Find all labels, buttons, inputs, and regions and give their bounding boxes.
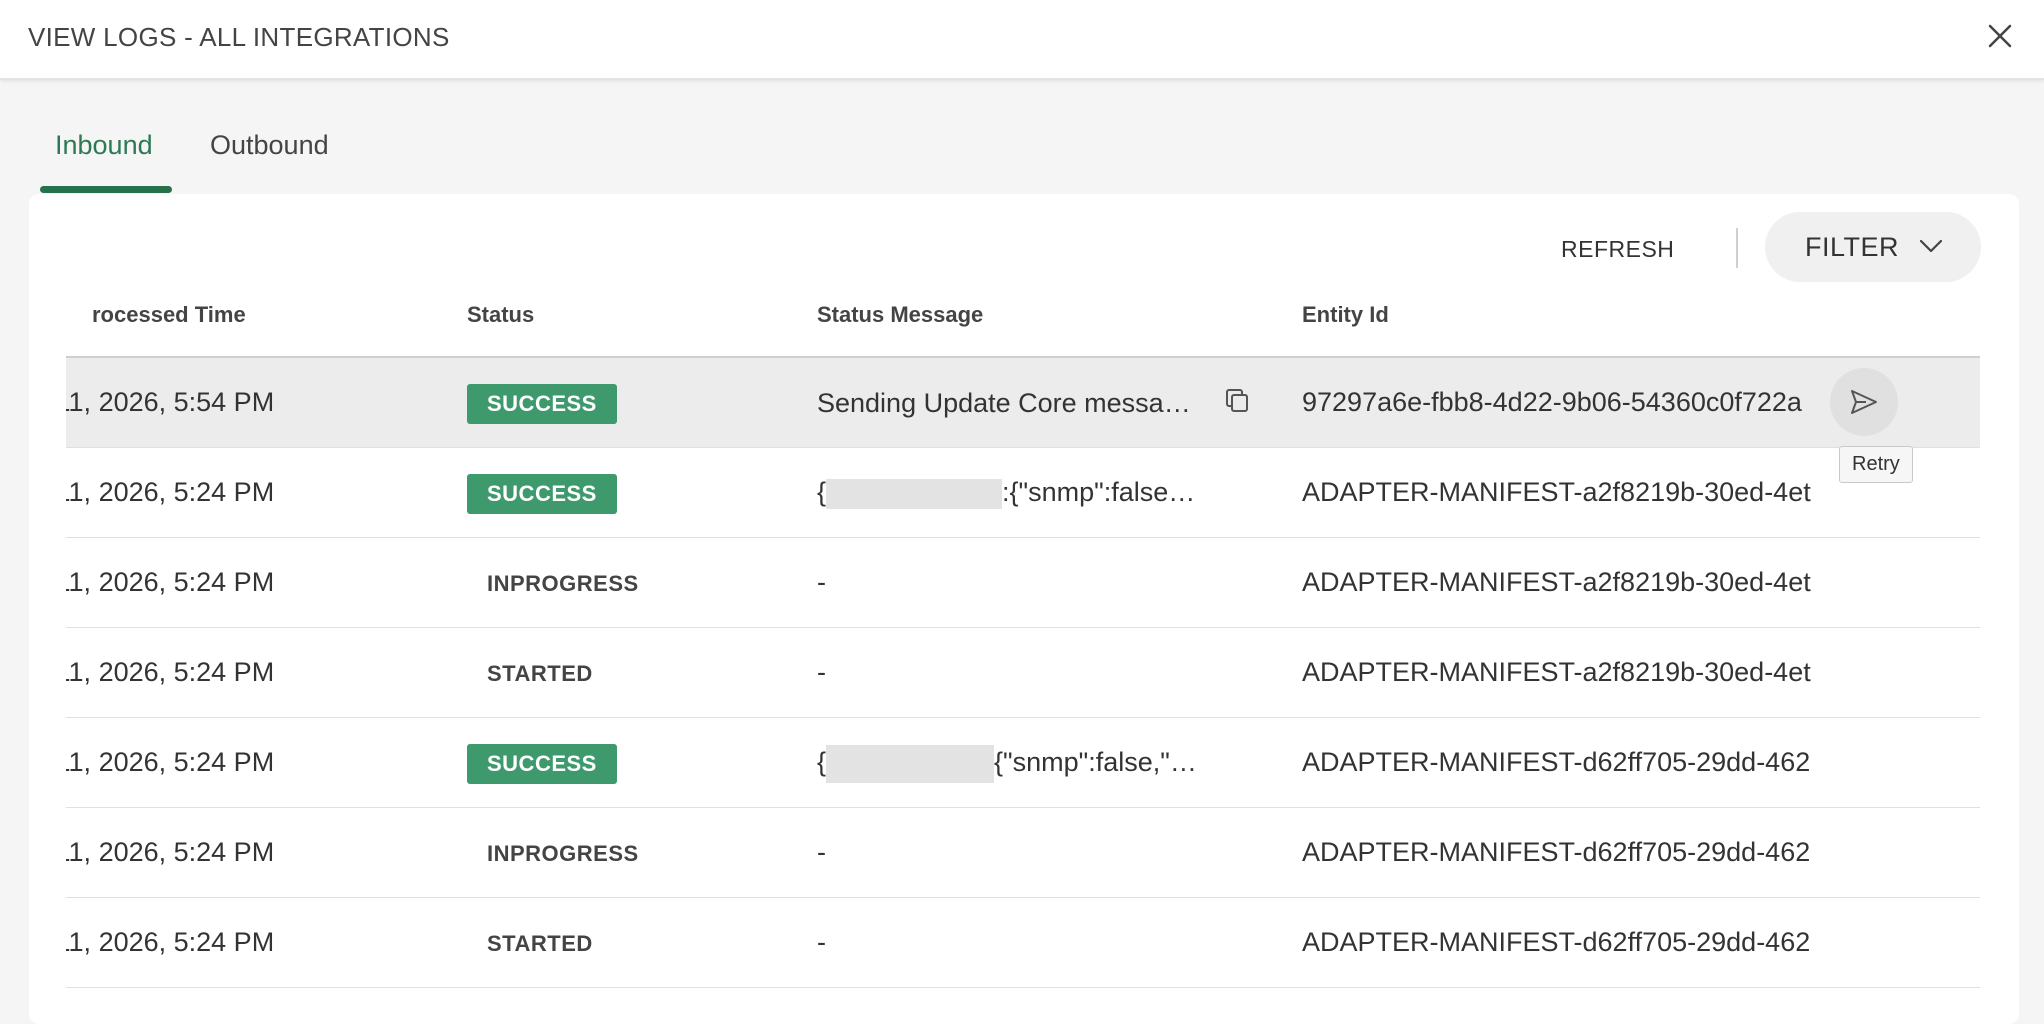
processed-time-cell: ug 11, 2026, 5:24 PM (66, 927, 275, 957)
processed-time-cell: ug 11, 2026, 5:24 PM (66, 477, 275, 507)
redacted-block (826, 478, 1003, 509)
chevron-down-icon (1919, 239, 1943, 253)
status-message-cell: - (817, 927, 826, 957)
status-cell: SUCCESS (467, 448, 787, 537)
retry-button[interactable] (1830, 368, 1898, 436)
retry-tooltip: Retry (1839, 446, 1913, 483)
redacted-block (826, 744, 995, 783)
entity-id-cell: ADAPTER-MANIFEST-d62ff705-29dd-462 (1302, 837, 1811, 867)
processed-time-cell: ug 11, 2026, 5:54 PM (66, 387, 275, 417)
column-header-processed-time[interactable]: rocessed Time (92, 302, 246, 328)
processed-time-cell: ug 11, 2026, 5:24 PM (66, 837, 275, 867)
close-button[interactable] (1978, 14, 2022, 58)
logs-table: rocessed Time Status Status Message Enti… (66, 278, 1980, 1024)
table-row[interactable]: ug 11, 2026, 5:24 PM STARTED - ADAPTER-M… (66, 628, 1980, 718)
tab-outbound[interactable]: Outbound (210, 130, 329, 161)
status-cell: INPROGRESS (467, 538, 787, 627)
status-message-suffix: :{"snmp":false… (1002, 477, 1196, 507)
status-badge: INPROGRESS (487, 840, 639, 866)
active-tab-indicator (40, 186, 172, 193)
column-header-status[interactable]: Status (467, 302, 534, 328)
entity-id-cell: 97297a6e-fbb8-4d22-9b06-54360c0f722a (1302, 387, 1802, 417)
column-header-entity-id[interactable]: Entity Id (1302, 302, 1389, 328)
entity-id-cell: ADAPTER-MANIFEST-d62ff705-29dd-462 (1302, 747, 1811, 777)
status-message-text: Sending Update Core messa… (817, 388, 1191, 419)
table-row[interactable]: ug 11, 2026, 5:24 PM INPROGRESS - ADAPTE… (66, 808, 1980, 898)
logs-card: REFRESH FILTER rocessed Time Status Stat… (29, 194, 2019, 1024)
status-message-cell: - (817, 567, 826, 597)
status-badge: INPROGRESS (487, 570, 639, 596)
status-badge: STARTED (487, 660, 593, 686)
status-message-suffix: {"snmp":false,"… (994, 747, 1197, 777)
table-row[interactable]: ug 11, 2026, 5:24 PM SUCCESS { :{"snmp":f… (66, 448, 1980, 538)
status-cell: INPROGRESS (467, 808, 787, 897)
entity-id-cell: ADAPTER-MANIFEST-a2f8219b-30ed-4et (1302, 477, 1811, 507)
table-row[interactable]: ug 11, 2026, 5:24 PM STARTED - ADAPTER-M… (66, 898, 1980, 988)
status-badge: SUCCESS (467, 473, 617, 514)
copy-icon[interactable] (1222, 386, 1252, 416)
tab-inbound[interactable]: Inbound (55, 130, 153, 161)
status-badge: STARTED (487, 930, 593, 956)
processed-time-cell: ug 11, 2026, 5:24 PM (66, 747, 275, 777)
processed-time-cell: ug 11, 2026, 5:24 PM (66, 567, 275, 597)
status-cell: SUCCESS (467, 358, 787, 447)
entity-id-cell: ADAPTER-MANIFEST-a2f8219b-30ed-4et (1302, 657, 1811, 687)
refresh-button[interactable]: REFRESH (1561, 236, 1674, 263)
status-message-cell: { {"snmp":false,"… (817, 718, 1217, 807)
status-message-cell: Sending Update Core messa… (817, 358, 1217, 447)
close-icon (1988, 24, 2012, 48)
status-badge: SUCCESS (467, 743, 617, 784)
table-row[interactable]: ug 11, 2026, 5:24 PM SUCCESS { {"snmp":fa… (66, 718, 1980, 808)
entity-id-cell: ADAPTER-MANIFEST-a2f8219b-30ed-4et (1302, 567, 1811, 597)
column-header-status-message[interactable]: Status Message (817, 302, 983, 328)
filter-label: FILTER (1805, 232, 1900, 262)
status-message-prefix: { (817, 477, 827, 507)
status-message-cell: - (817, 837, 826, 867)
dialog-header: VIEW LOGS - ALL INTEGRATIONS (0, 0, 2044, 80)
table-row[interactable]: ug 11, 2026, 5:24 PM INPROGRESS - ADAPTE… (66, 538, 1980, 628)
status-cell: SUCCESS (467, 718, 787, 807)
filter-button[interactable]: FILTER (1765, 212, 1981, 282)
send-icon (1851, 390, 1877, 414)
status-message-prefix: { (817, 747, 827, 777)
status-cell: STARTED (467, 898, 787, 987)
entity-id-cell: ADAPTER-MANIFEST-d62ff705-29dd-462 (1302, 927, 1811, 957)
status-badge: SUCCESS (467, 383, 617, 424)
dialog-title: VIEW LOGS - ALL INTEGRATIONS (28, 22, 450, 52)
status-cell: STARTED (467, 628, 787, 717)
processed-time-cell: ug 11, 2026, 5:24 PM (66, 657, 275, 687)
toolbar-divider (1736, 228, 1738, 268)
table-row[interactable]: ug 11, 2026, 5:54 PM SUCCESS Sending Upd… (66, 358, 1980, 448)
status-message-cell: - (817, 657, 826, 687)
status-message-cell: { :{"snmp":false… (817, 448, 1217, 537)
